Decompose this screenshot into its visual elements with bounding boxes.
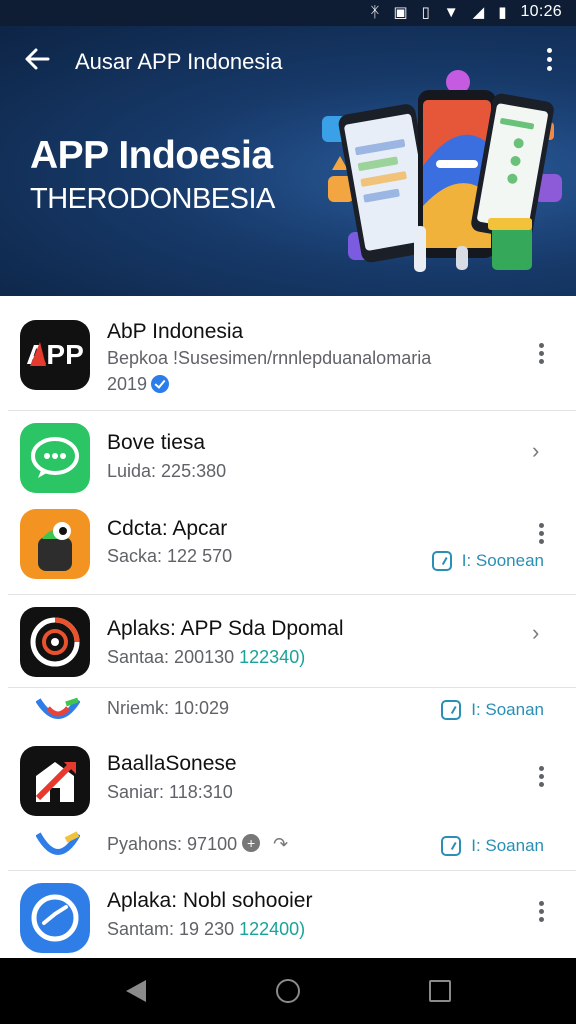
sync-icon bbox=[441, 836, 462, 856]
app-meta: Sacka: 122 570 bbox=[107, 546, 233, 566]
battery-icon: ▮ bbox=[498, 4, 507, 21]
phones-illustration bbox=[322, 70, 562, 272]
status-badge[interactable]: I: Soonean bbox=[431, 551, 544, 571]
more-options-icon[interactable] bbox=[536, 343, 546, 369]
app-meta: Saniar: 118:310 bbox=[107, 782, 233, 802]
chevron-right-icon[interactable]: › bbox=[532, 621, 548, 645]
app-meta: Santam: 19 230 122400) bbox=[107, 919, 305, 940]
app-icon-clock bbox=[20, 883, 90, 953]
app-icon-app-logo: APP bbox=[20, 320, 90, 390]
app-meta-prefix: Santaa: 200130 bbox=[107, 647, 235, 667]
app-meta-highlight: 122400) bbox=[239, 919, 306, 939]
status-badge[interactable]: I: Soanan bbox=[441, 700, 544, 720]
system-nav-bar bbox=[0, 958, 576, 1024]
nfc-icon: ▣ bbox=[393, 4, 408, 21]
recents-icon[interactable] bbox=[429, 980, 451, 1002]
home-icon[interactable] bbox=[276, 979, 300, 1003]
sync-icon bbox=[441, 700, 462, 720]
wifi-icon: ▼ bbox=[443, 3, 459, 21]
status-bar: ᛡ ▣ ▯ ▼ ◢ ▮ 10:26 bbox=[0, 0, 576, 26]
app-meta: Nriemk: 10:029 bbox=[107, 698, 230, 718]
vibrate-icon: ▯ bbox=[421, 4, 430, 21]
list-item[interactable]: APP AbP Indonesia Bepkoa !Susesimen/rnnl… bbox=[0, 296, 568, 410]
verified-icon bbox=[151, 375, 170, 393]
app-icon-partial bbox=[35, 830, 81, 860]
list-item[interactable]: Pyahons: 97100 + ↷ I: Soanan bbox=[0, 828, 568, 870]
app-name: Cdcta: Apcar bbox=[107, 517, 228, 540]
status-badge[interactable]: I: Soanan bbox=[441, 836, 544, 856]
app-meta-prefix: Santam: 19 230 bbox=[107, 919, 235, 939]
signal-icon: ◢ bbox=[472, 4, 485, 21]
chevron-right-icon[interactable]: › bbox=[532, 439, 548, 463]
app-icon-android bbox=[20, 509, 90, 579]
list-item[interactable]: BaallaSonese Saniar: 118:310 bbox=[0, 732, 568, 828]
app-meta: Santaa: 200130 122340) bbox=[107, 647, 305, 668]
app-name: Bove tiesa bbox=[107, 431, 206, 454]
app-meta: Luida: 225:380 bbox=[107, 461, 227, 481]
back-icon[interactable] bbox=[126, 980, 146, 1002]
plus-icon: + bbox=[242, 834, 261, 852]
sync-icon bbox=[431, 551, 452, 571]
app-name: Aplaks: APP Sda Dpomal bbox=[107, 617, 344, 640]
app-name: BaallaSonese bbox=[107, 752, 237, 775]
divider bbox=[8, 687, 576, 688]
app-header: Ausar APP Indonesia APP Indoesia THERODO… bbox=[0, 26, 576, 296]
app-icon-house bbox=[20, 746, 90, 816]
app-icon-chat bbox=[20, 423, 90, 493]
app-meta-highlight: 122340) bbox=[239, 647, 306, 667]
list-item[interactable]: Nriemk: 10:029 I: Soanan bbox=[0, 690, 568, 732]
list-item[interactable]: Aplaka: Nobl sohooier Santam: 19 230 122… bbox=[0, 871, 568, 958]
more-options-icon[interactable] bbox=[536, 766, 546, 792]
app-name: AbP Indonesia bbox=[107, 320, 244, 343]
hero-subtitle: THERODONBESIA bbox=[30, 183, 275, 215]
list-item[interactable]: Bove tiesa Luida: 225:380 › bbox=[0, 411, 568, 499]
app-year: 2019 bbox=[107, 374, 148, 394]
bluetooth-icon: ᛡ bbox=[370, 3, 380, 21]
app-meta: Pyahons: 97100 + ↷ bbox=[107, 834, 288, 855]
app-meta-text: Pyahons: 97100 bbox=[107, 834, 238, 854]
app-meta: 2019 bbox=[107, 374, 170, 395]
back-arrow-icon[interactable] bbox=[22, 44, 54, 76]
toolbar-title: Ausar APP Indonesia bbox=[75, 49, 283, 74]
hero-title: APP Indoesia bbox=[30, 134, 273, 177]
more-options-icon[interactable] bbox=[536, 523, 546, 549]
list-item[interactable]: Cdcta: Apcar Sacka: 122 570 I: Soonean bbox=[0, 499, 568, 595]
app-icon-partial bbox=[35, 696, 81, 720]
clock: 10:26 bbox=[520, 3, 562, 20]
app-name: Aplaka: Nobl sohooier bbox=[107, 889, 313, 912]
list-item[interactable]: Aplaks: APP Sda Dpomal Santaa: 200130 12… bbox=[0, 595, 568, 687]
more-options-icon[interactable] bbox=[536, 901, 546, 927]
share-icon: ↷ bbox=[273, 834, 289, 854]
app-icon-target bbox=[20, 607, 90, 677]
app-description: Bepkoa !Susesimen/rnnlepduanalomaria bbox=[107, 348, 432, 368]
